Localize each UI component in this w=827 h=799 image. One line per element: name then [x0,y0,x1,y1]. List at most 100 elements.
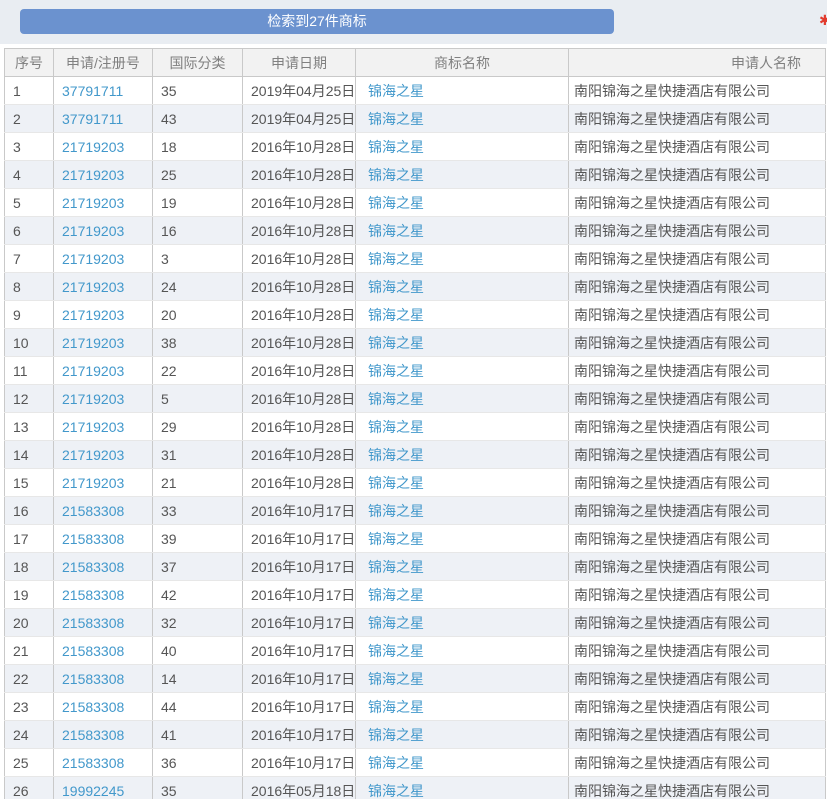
registration-number-link[interactable]: 21719203 [62,251,124,267]
registration-number-link[interactable]: 21719203 [62,167,124,183]
registration-number-link[interactable]: 19992245 [62,783,124,799]
trademark-name-link[interactable]: 锦海之星 [368,279,424,295]
registration-number-link[interactable]: 21583308 [62,671,124,687]
applicant-name-cell: 南阳锦海之星快捷酒店有限公司 [568,636,826,665]
trademark-name-cell: 锦海之星 [355,552,569,581]
application-date-cell: 2016年10月17日 [242,608,356,637]
registration-number-link[interactable]: 21583308 [62,503,124,519]
index-cell: 8 [4,272,54,301]
registration-number-link[interactable]: 21583308 [62,727,124,743]
trademark-name-link[interactable]: 锦海之星 [368,755,424,771]
index-cell: 12 [4,384,54,413]
applicant-name-cell: 南阳锦海之星快捷酒店有限公司 [568,300,826,329]
table-row: 23 21583308 44 2016年10月17日 锦海之星 南阳锦海之星快捷… [4,692,826,721]
registration-number-link[interactable]: 21583308 [62,755,124,771]
trademark-name-link[interactable]: 锦海之星 [368,167,424,183]
registration-number-link[interactable]: 21719203 [62,475,124,491]
registration-number-link[interactable]: 21719203 [62,307,124,323]
trademark-name-link[interactable]: 锦海之星 [368,195,424,211]
trademark-name-link[interactable]: 锦海之星 [368,447,424,463]
trademark-name-link[interactable]: 锦海之星 [368,307,424,323]
trademark-name-link[interactable]: 锦海之星 [368,223,424,239]
index-cell: 6 [4,216,54,245]
registration-number-link[interactable]: 21583308 [62,559,124,575]
trademark-name-cell: 锦海之星 [355,748,569,777]
trademark-name-cell: 锦海之星 [355,524,569,553]
registration-number-cell: 21583308 [53,692,153,721]
registration-number-cell: 37791711 [53,76,153,105]
registration-number-link[interactable]: 21719203 [62,447,124,463]
table-row: 7 21719203 3 2016年10月28日 锦海之星 南阳锦海之星快捷酒店… [4,244,826,273]
registration-number-link[interactable]: 21719203 [62,223,124,239]
application-date-cell: 2016年10月28日 [242,188,356,217]
registration-number-link[interactable]: 21583308 [62,587,124,603]
trademark-name-cell: 锦海之星 [355,76,569,105]
trademark-name-link[interactable]: 锦海之星 [368,475,424,491]
application-date-cell: 2016年05月18日 [242,776,356,799]
table-row: 22 21583308 14 2016年10月17日 锦海之星 南阳锦海之星快捷… [4,664,826,693]
registration-number-cell: 21719203 [53,468,153,497]
table-row: 3 21719203 18 2016年10月28日 锦海之星 南阳锦海之星快捷酒… [4,132,826,161]
registration-number-cell: 21719203 [53,160,153,189]
intl-class-cell: 20 [152,300,243,329]
trademark-name-link[interactable]: 锦海之星 [368,83,424,99]
application-date-cell: 2016年10月17日 [242,636,356,665]
trademark-name-link[interactable]: 锦海之星 [368,531,424,547]
trademark-name-link[interactable]: 锦海之星 [368,251,424,267]
trademark-name-link[interactable]: 锦海之星 [368,671,424,687]
registration-number-link[interactable]: 21719203 [62,335,124,351]
trademark-name-cell: 锦海之星 [355,244,569,273]
index-cell: 1 [4,76,54,105]
registration-number-link[interactable]: 21719203 [62,139,124,155]
registration-number-cell: 21719203 [53,412,153,441]
trademark-name-link[interactable]: 锦海之星 [368,503,424,519]
application-date-cell: 2016年10月17日 [242,496,356,525]
trademark-name-cell: 锦海之星 [355,776,569,799]
registration-number-link[interactable]: 21583308 [62,615,124,631]
applicant-name-cell: 南阳锦海之星快捷酒店有限公司 [568,328,826,357]
trademark-name-link[interactable]: 锦海之星 [368,391,424,407]
trademark-name-link[interactable]: 锦海之星 [368,335,424,351]
table-row: 21 21583308 40 2016年10月17日 锦海之星 南阳锦海之星快捷… [4,636,826,665]
trademark-name-link[interactable]: 锦海之星 [368,419,424,435]
registration-number-cell: 21719203 [53,384,153,413]
applicant-name-cell: 南阳锦海之星快捷酒店有限公司 [568,356,826,385]
registration-number-link[interactable]: 21583308 [62,643,124,659]
column-header-intl-class: 国际分类 [152,48,243,77]
trademark-name-cell: 锦海之星 [355,104,569,133]
table-body: 1 37791711 35 2019年04月25日 锦海之星 南阳锦海之星快捷酒… [4,76,826,799]
trademark-name-link[interactable]: 锦海之星 [368,615,424,631]
trademark-name-link[interactable]: 锦海之星 [368,587,424,603]
index-cell: 20 [4,608,54,637]
trademark-name-link[interactable]: 锦海之星 [368,783,424,799]
application-date-cell: 2016年10月17日 [242,692,356,721]
application-date-cell: 2016年10月17日 [242,720,356,749]
trademark-name-link[interactable]: 锦海之星 [368,111,424,127]
trademark-name-link[interactable]: 锦海之星 [368,559,424,575]
index-cell: 5 [4,188,54,217]
trademark-name-cell: 锦海之星 [355,160,569,189]
registration-number-link[interactable]: 37791711 [62,111,123,127]
registration-number-link[interactable]: 21719203 [62,391,124,407]
trademark-name-link[interactable]: 锦海之星 [368,139,424,155]
applicant-name-cell: 南阳锦海之星快捷酒店有限公司 [568,244,826,273]
registration-number-cell: 21719203 [53,272,153,301]
search-result-count-button[interactable]: 检索到27件商标 [20,9,614,34]
trademark-name-link[interactable]: 锦海之星 [368,727,424,743]
trademark-name-link[interactable]: 锦海之星 [368,699,424,715]
registration-number-link[interactable]: 21583308 [62,531,124,547]
trademark-name-link[interactable]: 锦海之星 [368,363,424,379]
red-asterisk-icon: ✱ [819,12,827,28]
application-date-cell: 2016年10月17日 [242,580,356,609]
registration-number-link[interactable]: 21719203 [62,279,124,295]
registration-number-link[interactable]: 21583308 [62,699,124,715]
applicant-name-cell: 南阳锦海之星快捷酒店有限公司 [568,720,826,749]
intl-class-cell: 43 [152,104,243,133]
application-date-cell: 2016年10月17日 [242,664,356,693]
registration-number-link[interactable]: 21719203 [62,363,124,379]
registration-number-link[interactable]: 21719203 [62,419,124,435]
registration-number-link[interactable]: 21719203 [62,195,124,211]
trademark-name-link[interactable]: 锦海之星 [368,643,424,659]
registration-number-cell: 21719203 [53,356,153,385]
registration-number-link[interactable]: 37791711 [62,83,123,99]
